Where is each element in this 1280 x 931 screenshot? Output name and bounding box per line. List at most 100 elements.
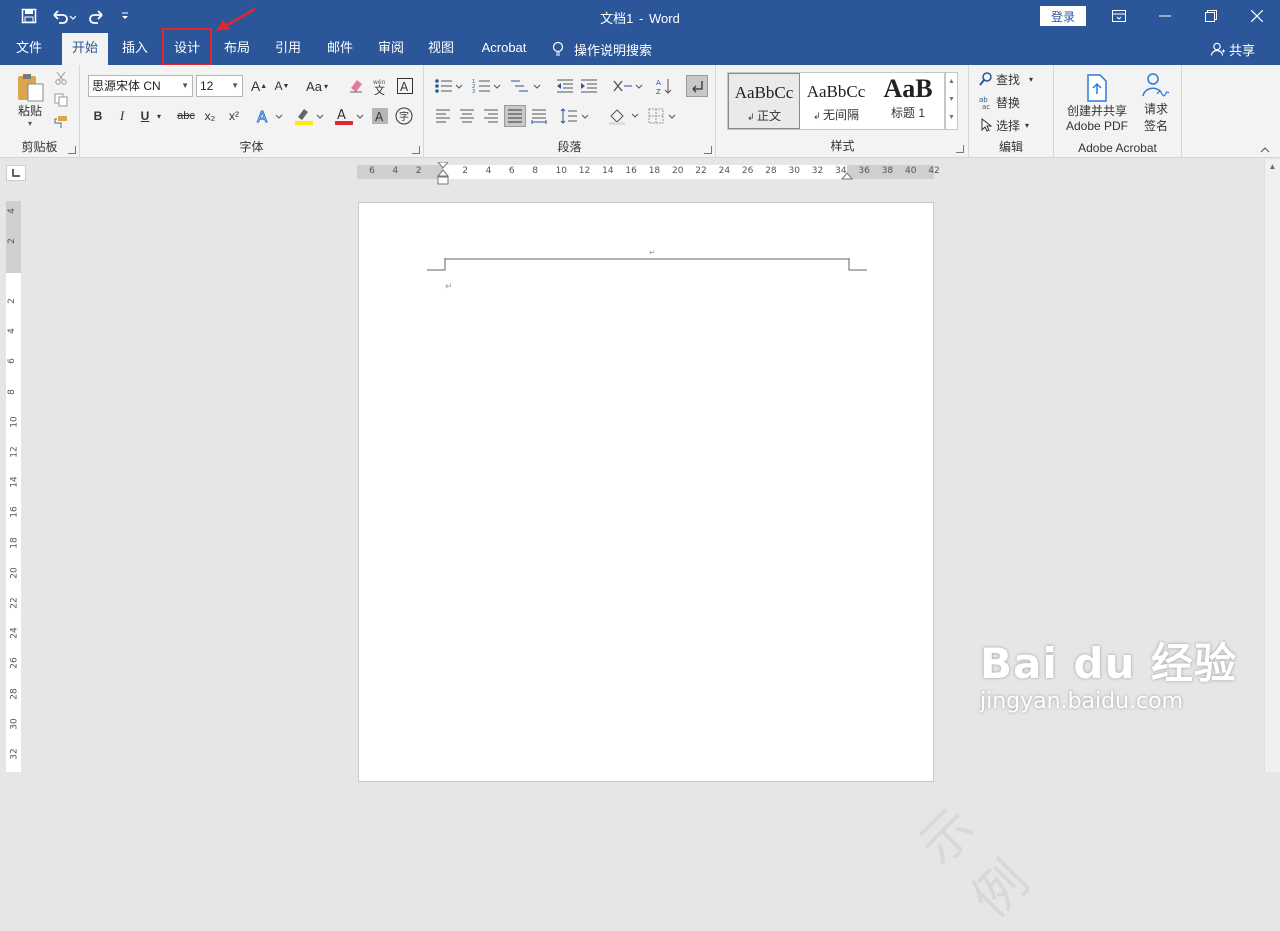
tab-selector-icon[interactable] xyxy=(6,165,26,181)
horizontal-ruler[interactable]: 6 4 2 2 4 6 8 10 12 14 16 18 20 22 24 26 28 30 32 34 36 38 40 4… xyxy=(357,162,940,185)
styles-label: 样式 xyxy=(830,139,855,153)
strikethrough-button[interactable]: abc xyxy=(174,105,198,127)
cut-icon[interactable] xyxy=(52,69,70,87)
ruler-number: 16 xyxy=(625,166,637,176)
tab-mailings[interactable]: 邮件 xyxy=(317,33,363,65)
tab-review[interactable]: 审阅 xyxy=(368,33,414,65)
numbering-icon[interactable]: 123 xyxy=(470,75,504,97)
font-color-icon[interactable]: A xyxy=(332,105,366,127)
chevron-down-icon[interactable]: ▼ xyxy=(946,91,957,109)
customize-qat-icon[interactable] xyxy=(118,5,132,27)
bullets-icon[interactable] xyxy=(432,75,466,97)
shading-icon[interactable] xyxy=(606,105,642,127)
distributed-icon[interactable] xyxy=(528,105,550,127)
svg-text:文: 文 xyxy=(374,83,385,95)
shrink-font-button[interactable]: A ▼ xyxy=(272,76,292,96)
replace-button[interactable]: ab ac 替换 xyxy=(979,92,1051,112)
align-left-icon[interactable] xyxy=(432,105,454,127)
tab-design[interactable]: 设计 xyxy=(164,33,210,65)
copy-icon[interactable] xyxy=(52,91,70,109)
increase-indent-icon[interactable] xyxy=(578,75,600,97)
more-styles-icon[interactable]: ▼ xyxy=(946,109,957,127)
redo-icon[interactable] xyxy=(86,5,108,27)
svg-text:Z: Z xyxy=(656,88,661,95)
change-case-button[interactable]: Aa ▾ xyxy=(300,76,334,96)
paste-button[interactable]: 粘贴 ▾ xyxy=(10,70,50,130)
font-group: 思源宋体 CN ▼ 12 ▼ A ▲ A ▼ Aa ▾ wén 文 A B I U ▾ ab… xyxy=(80,65,424,158)
chinese-layout-icon[interactable] xyxy=(610,75,646,97)
style-no-spacing[interactable]: AaBbCc ↲ 无间隔 xyxy=(800,73,872,129)
font-size-combo[interactable]: 12 ▼ xyxy=(196,75,243,97)
tab-references[interactable]: 引用 xyxy=(265,33,311,65)
format-painter-icon[interactable] xyxy=(52,113,70,131)
font-launcher-icon[interactable] xyxy=(412,146,420,154)
style-normal[interactable]: AaBbCc ↲ 正文 xyxy=(728,73,800,129)
ruler-number: 40 xyxy=(905,166,917,176)
text-effects-icon[interactable]: A xyxy=(254,105,286,127)
minimize-icon[interactable] xyxy=(1142,0,1188,32)
style-heading-1[interactable]: AaB 标题 1 xyxy=(872,73,944,129)
save-icon[interactable] xyxy=(18,5,40,27)
clear-formatting-icon[interactable] xyxy=(346,76,366,96)
create-share-pdf-button[interactable]: 创建并共享 Adobe PDF xyxy=(1060,70,1134,136)
chevron-up-icon[interactable]: ▲ xyxy=(946,73,957,91)
request-signature-button[interactable]: 请求 签名 xyxy=(1136,70,1176,136)
scroll-up-icon[interactable]: ▲ xyxy=(1265,159,1280,175)
subscript-button[interactable]: x₂ xyxy=(200,105,220,127)
close-icon[interactable] xyxy=(1234,0,1280,32)
superscript-button[interactable]: x² xyxy=(224,105,244,127)
indent-marker-icon[interactable] xyxy=(437,162,449,188)
share-button[interactable]: 共享 xyxy=(1211,33,1255,65)
vertical-ruler[interactable]: 4 2 2 4 6 8 10 12 14 16 18 20 22 24 26 28 30 32 xyxy=(6,201,21,772)
sort-icon[interactable]: AZ xyxy=(654,75,676,97)
ribbon-display-options-icon[interactable] xyxy=(1096,0,1142,32)
login-button[interactable]: 登录 xyxy=(1040,6,1086,26)
decrease-indent-icon[interactable] xyxy=(554,75,576,97)
bold-button[interactable]: B xyxy=(88,105,108,127)
enclose-characters-icon[interactable]: 字 xyxy=(394,105,414,127)
create-pdf-label-1: 创建并共享 xyxy=(1066,103,1127,118)
vertical-scrollbar[interactable]: ▲ xyxy=(1264,159,1280,772)
align-right-icon[interactable] xyxy=(480,105,502,127)
phonetic-guide-icon[interactable]: wén 文 xyxy=(370,76,390,96)
justify-icon[interactable] xyxy=(504,105,526,127)
borders-icon[interactable] xyxy=(646,105,680,127)
line-spacing-icon[interactable] xyxy=(558,105,592,127)
clipboard-launcher-icon[interactable] xyxy=(68,146,76,154)
multilevel-list-icon[interactable] xyxy=(508,75,544,97)
right-indent-marker-icon[interactable] xyxy=(841,171,853,181)
italic-button[interactable]: I xyxy=(112,105,132,127)
align-center-icon[interactable] xyxy=(456,105,478,127)
watermark-text: 示例 xyxy=(908,794,1044,930)
ruler-number: 14 xyxy=(9,476,20,488)
undo-icon[interactable] xyxy=(48,5,78,27)
character-shading-icon[interactable]: A xyxy=(370,105,390,127)
tab-acrobat[interactable]: Acrobat xyxy=(474,33,534,65)
tab-insert[interactable]: 插入 xyxy=(112,33,158,65)
collapse-ribbon-icon[interactable] xyxy=(1258,143,1272,157)
font-name-combo[interactable]: 思源宋体 CN ▼ xyxy=(88,75,193,97)
tab-view[interactable]: 视图 xyxy=(418,33,464,65)
tell-me-search[interactable]: 操作说明搜索 xyxy=(552,33,652,65)
document-page[interactable]: ↵ ↵ 示例 xyxy=(358,202,1043,929)
restore-icon[interactable] xyxy=(1188,0,1234,32)
show-hide-marks-icon[interactable] xyxy=(686,75,708,97)
underline-button[interactable]: U xyxy=(136,105,154,127)
grow-font-button[interactable]: A ▲ xyxy=(249,76,269,96)
sign-label-2: 签名 xyxy=(1143,119,1168,133)
tab-file[interactable]: 文件 xyxy=(6,33,52,65)
chevron-down-icon[interactable]: ▾ xyxy=(154,105,164,127)
highlight-color-icon[interactable] xyxy=(292,105,326,127)
tab-home[interactable]: 开始 xyxy=(62,33,108,65)
tab-layout[interactable]: 布局 xyxy=(214,33,260,65)
styles-scroll[interactable]: ▲ ▼ ▼ xyxy=(945,72,958,130)
character-border-icon[interactable]: A xyxy=(395,76,415,96)
svg-text:3: 3 xyxy=(472,89,475,94)
baidu-jingyan-watermark: Bai du 经验 jingyan.baidu.com xyxy=(980,630,1237,714)
select-button[interactable]: 选择 ▾ xyxy=(979,115,1051,135)
find-button[interactable]: 查找 ▾ xyxy=(979,69,1051,89)
style-normal-preview: AaBbCc xyxy=(734,83,794,102)
select-label: 选择 xyxy=(996,118,1021,133)
paragraph-launcher-icon[interactable] xyxy=(704,146,712,154)
styles-launcher-icon[interactable] xyxy=(956,145,964,153)
